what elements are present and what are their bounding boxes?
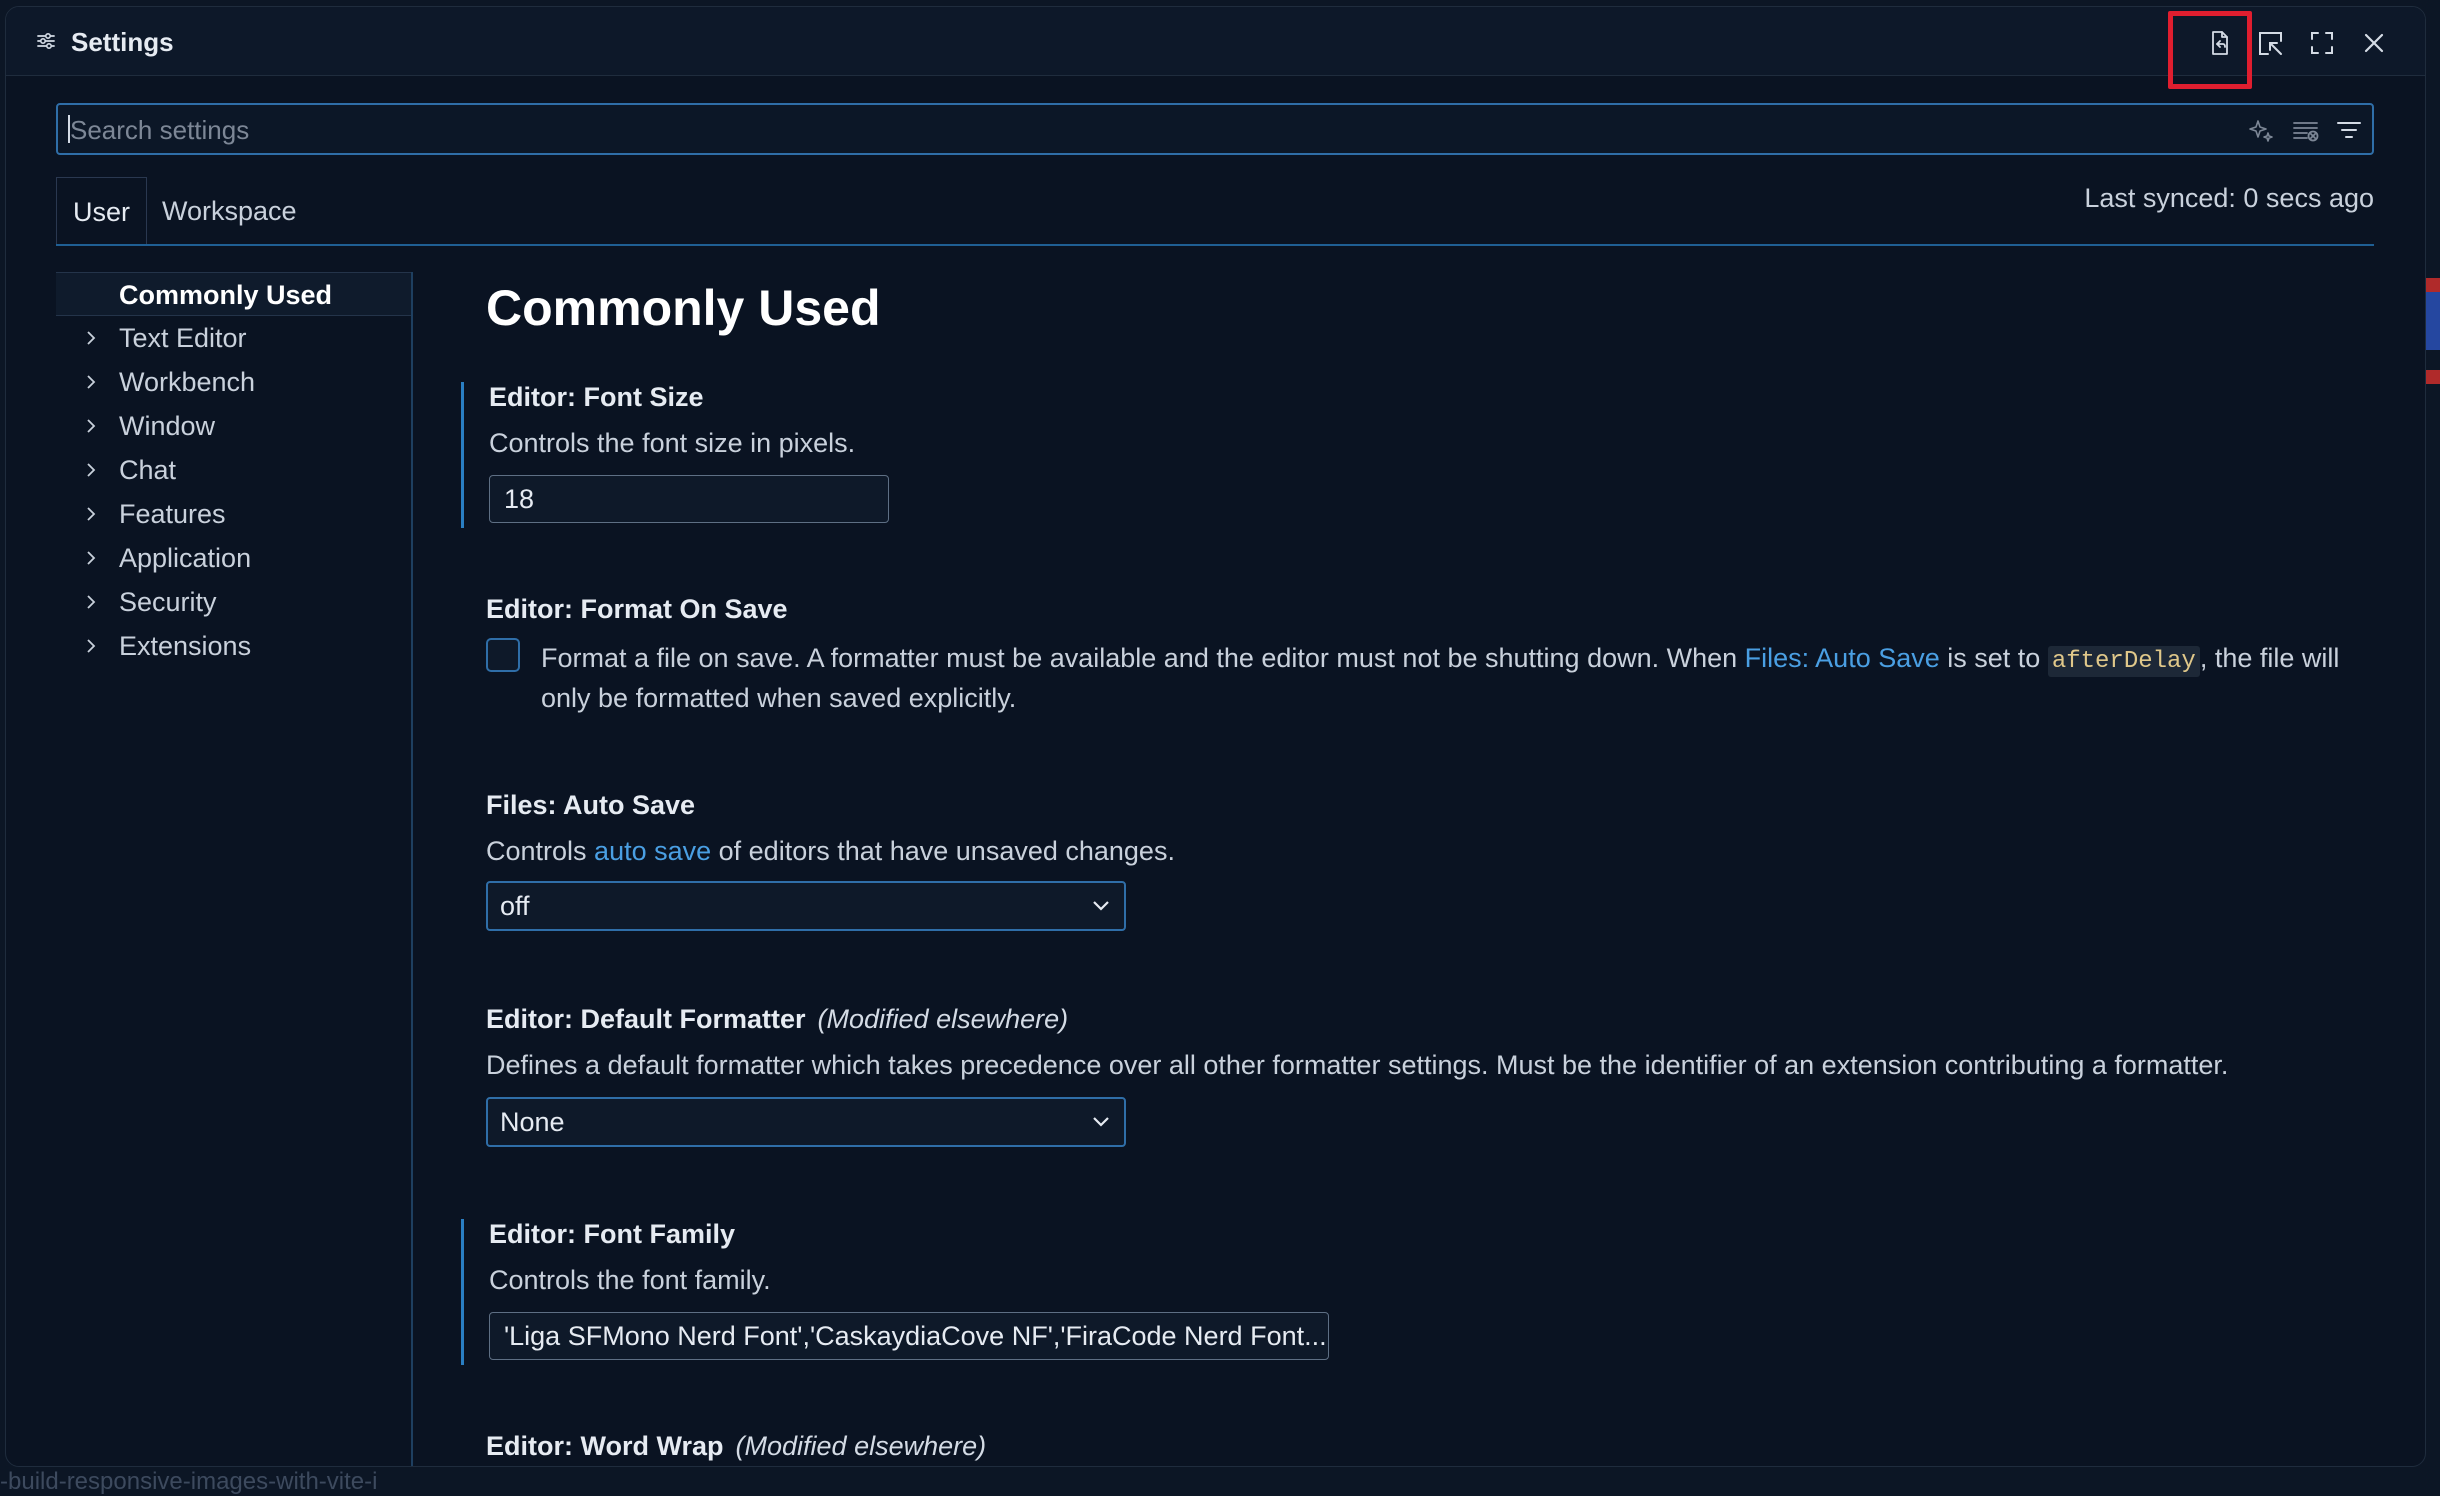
- settings-dialog: Settings Search settings User Workspace …: [5, 6, 2426, 1467]
- search-input[interactable]: [68, 105, 2252, 155]
- open-in-editor-button[interactable]: [2248, 21, 2292, 65]
- chevron-right-icon: [84, 492, 104, 536]
- chevron-right-icon: [84, 316, 104, 360]
- format-on-save-checkbox[interactable]: [486, 638, 520, 672]
- toc-item-label: Chat: [119, 455, 177, 485]
- chevron-right-icon: [84, 448, 104, 492]
- tabs-divider: [56, 244, 2374, 246]
- select-value: None: [500, 1107, 565, 1137]
- toc-item-label: Application: [119, 543, 252, 573]
- setting-title: Editor: Font Size: [489, 382, 704, 413]
- setting-category: Editor:: [486, 1004, 581, 1034]
- setting-title: Editor: Word Wrap (Modified elsewhere): [486, 1431, 986, 1462]
- default-formatter-select[interactable]: None: [486, 1097, 1126, 1147]
- title-bar: Settings: [6, 7, 2425, 89]
- toc-item-chat[interactable]: Chat: [56, 448, 411, 492]
- setting-category: Editor:: [486, 594, 581, 624]
- description-text: Controls: [486, 836, 595, 866]
- toc-item-label: Security: [119, 587, 217, 617]
- ai-sparkle-icon[interactable]: [2246, 115, 2276, 145]
- modified-elsewhere-note[interactable]: (Modified elsewhere): [736, 1431, 987, 1461]
- chevron-right-icon: [84, 404, 104, 448]
- setting-description: Format a file on save. A formatter must …: [541, 640, 2361, 716]
- toc-item-label: Window: [119, 411, 216, 441]
- files-auto-save-link[interactable]: Files: Auto Save: [1745, 643, 1940, 673]
- filter-icon[interactable]: [2334, 115, 2364, 145]
- maximize-button[interactable]: [2300, 21, 2344, 65]
- search-box: [56, 103, 2374, 155]
- toc-item-label: Workbench: [119, 367, 256, 397]
- text-cursor: [68, 115, 70, 143]
- toc-item-security[interactable]: Security: [56, 580, 411, 624]
- setting-default-formatter: Editor: Default Formatter (Modified elsew…: [461, 1004, 2361, 1154]
- setting-title: Files: Auto Save: [486, 790, 695, 821]
- setting-name: Default Formatter: [580, 1004, 806, 1034]
- setting-format-on-save: Editor: Format On Save Format a file on …: [461, 594, 2361, 724]
- setting-name: Format On Save: [580, 594, 788, 624]
- setting-category: Editor:: [486, 1431, 581, 1461]
- setting-font-family: Editor: Font Family Controls the font fa…: [461, 1219, 2364, 1365]
- toc-item-features[interactable]: Features: [56, 492, 411, 536]
- setting-description: Controls auto save of editors that have …: [486, 836, 1175, 867]
- description-text: of editors that have unsaved changes.: [711, 836, 1175, 866]
- toc-item-extensions[interactable]: Extensions: [56, 624, 411, 668]
- description-text: is set to: [1939, 643, 2048, 673]
- chevron-right-icon: [84, 624, 104, 668]
- window-title: Settings: [71, 27, 174, 57]
- setting-category: Editor:: [489, 1219, 584, 1249]
- setting-name: Word Wrap: [580, 1431, 724, 1461]
- settings-editor: Commonly Used Editor: Font Size Controls…: [461, 257, 2381, 1466]
- toc-item-application[interactable]: Application: [56, 536, 411, 580]
- toc-item-label: Features: [119, 499, 226, 529]
- toc-item-text-editor[interactable]: Text Editor: [56, 316, 411, 360]
- chevron-right-icon: [84, 580, 104, 624]
- chevron-right-icon: [84, 360, 104, 404]
- description-text: Format a file on save. A formatter must …: [541, 643, 1745, 673]
- setting-auto-save: Files: Auto Save Controls auto save of e…: [461, 790, 2361, 940]
- open-settings-json-icon: [2212, 31, 2228, 55]
- open-in-editor-icon: [2259, 32, 2282, 55]
- tab-workspace[interactable]: Workspace: [146, 177, 313, 245]
- settings-toc: Commonly Used Text Editor Workbench Wind…: [56, 272, 413, 1466]
- toc-item-label: Commonly Used: [119, 280, 333, 310]
- chevron-down-icon: [1093, 901, 1109, 911]
- setting-title: Editor: Default Formatter (Modified elsew…: [486, 1004, 1068, 1035]
- inline-code: afterDelay: [2047, 646, 2200, 677]
- open-settings-json-button[interactable]: [2197, 21, 2241, 65]
- setting-name: Auto Save: [563, 790, 696, 820]
- auto-save-select[interactable]: off: [486, 881, 1126, 931]
- modified-elsewhere-note[interactable]: (Modified elsewhere): [818, 1004, 1069, 1034]
- toc-item-workbench[interactable]: Workbench: [56, 360, 411, 404]
- setting-description: Defines a default formatter which takes …: [486, 1050, 2229, 1080]
- setting-category: Editor:: [489, 382, 584, 412]
- chevron-down-icon: [1093, 1117, 1109, 1127]
- setting-name: Font Family: [583, 1219, 736, 1249]
- setting-name: Font Size: [583, 382, 704, 412]
- chevron-right-icon: [84, 536, 104, 580]
- setting-title: Editor: Format On Save: [486, 594, 788, 625]
- font-size-input[interactable]: 18: [489, 475, 889, 523]
- setting-font-size: Editor: Font Size Controls the font size…: [461, 382, 2364, 528]
- section-title: Commonly Used: [486, 280, 881, 336]
- setting-description: Controls the font family.: [489, 1265, 771, 1295]
- setting-description: Controls the font size in pixels.: [489, 428, 856, 458]
- close-button[interactable]: [2352, 21, 2396, 65]
- toc-item-label: Text Editor: [119, 323, 247, 353]
- toc-item-window[interactable]: Window: [56, 404, 411, 448]
- setting-title: Editor: Font Family: [489, 1219, 735, 1250]
- close-icon: [2364, 33, 2384, 53]
- setting-category: Files:: [486, 790, 564, 820]
- setting-word-wrap: Editor: Word Wrap (Modified elsewhere): [461, 1431, 2361, 1466]
- clear-filter-icon[interactable]: [2291, 115, 2321, 145]
- toc-item-commonly-used[interactable]: Commonly Used: [56, 272, 411, 316]
- sync-status: Last synced: 0 secs ago: [2084, 183, 2374, 213]
- background-editor-text: -build-responsive-images-with-vite-i: [0, 1468, 378, 1495]
- settings-sliders-icon: [37, 32, 55, 50]
- maximize-icon: [2311, 32, 2333, 54]
- auto-save-link[interactable]: auto save: [594, 836, 711, 866]
- toc-item-label: Extensions: [119, 631, 252, 661]
- select-value: off: [500, 891, 530, 921]
- tab-user[interactable]: User: [56, 177, 148, 245]
- font-family-input[interactable]: 'Liga SFMono Nerd Font','CaskaydiaCove N…: [489, 1312, 1329, 1360]
